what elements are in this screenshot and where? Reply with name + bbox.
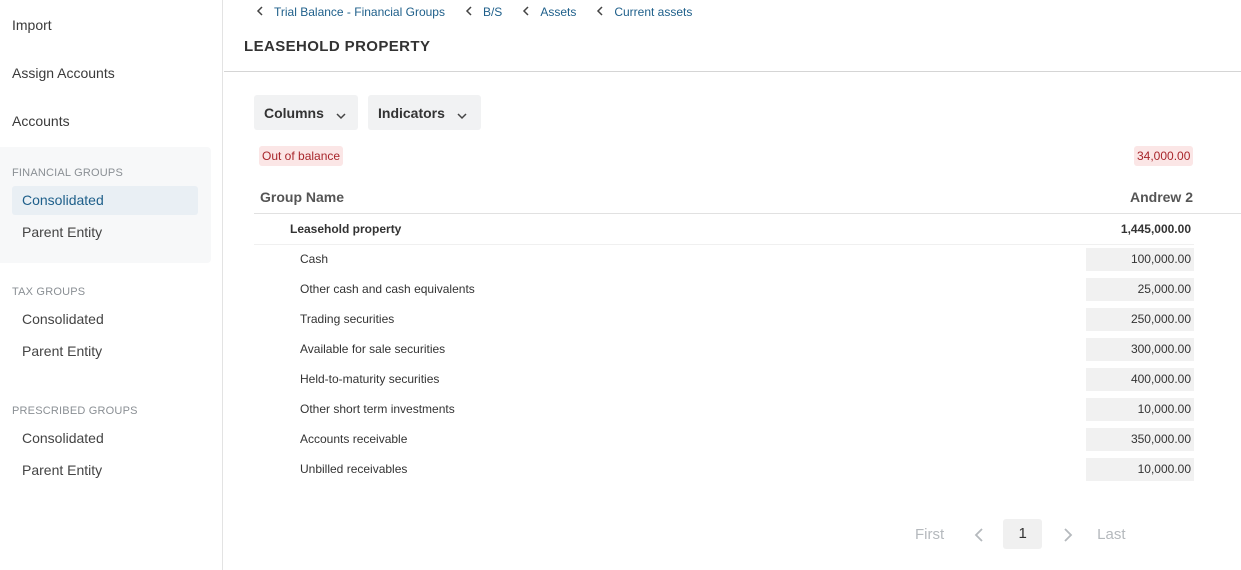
- columns-dropdown-label: Columns: [264, 104, 324, 121]
- row-label: Trading securities: [300, 312, 395, 326]
- row-label: Available for sale securities: [300, 342, 446, 356]
- sidebar-item-prescribed-consolidated[interactable]: Consolidated: [12, 424, 198, 453]
- row-value-cell[interactable]: 10,000.00: [1086, 398, 1194, 421]
- table-row[interactable]: Accounts receivable 350,000.00: [254, 425, 1194, 455]
- main-content: Trial Balance - Financial Groups B/S Ass…: [224, 0, 1241, 570]
- chevron-down-icon: [457, 108, 467, 119]
- row-value-cell[interactable]: 250,000.00: [1086, 308, 1194, 331]
- out-of-balance-badge: Out of balance: [259, 146, 344, 166]
- table-row[interactable]: Available for sale securities 300,000.00: [254, 335, 1194, 365]
- row-value-cell[interactable]: 25,000.00: [1086, 278, 1194, 301]
- column-header-andrew-2[interactable]: Andrew 2: [1130, 189, 1193, 205]
- row-value-cell[interactable]: 100,000.00: [1086, 248, 1194, 271]
- breadcrumb-item-assets[interactable]: Assets: [522, 5, 576, 19]
- difference-badge: 34,000.00: [1134, 146, 1194, 166]
- table-row[interactable]: Held-to-maturity securities 400,000.00: [254, 365, 1194, 395]
- table-row[interactable]: Trading securities 250,000.00: [254, 305, 1194, 335]
- row-label: Cash: [300, 252, 329, 266]
- pagination: First 1 Last: [915, 519, 1126, 549]
- divider: [224, 71, 1241, 72]
- sidebar-link-accounts[interactable]: Accounts: [12, 113, 70, 129]
- row-value-cell[interactable]: 350,000.00: [1086, 428, 1194, 451]
- row-value-cell[interactable]: 10,000.00: [1086, 458, 1194, 481]
- prescribed-groups-section: PRESCRIBED GROUPS Consolidated Parent En…: [0, 389, 211, 499]
- table-row[interactable]: Unbilled receivables 10,000.00: [254, 455, 1194, 485]
- row-label: Leasehold property: [290, 222, 402, 236]
- chevron-down-icon: [336, 108, 346, 119]
- table-row[interactable]: Other short term investments 10,000.00: [254, 395, 1194, 425]
- financial-groups-heading: FINANCIAL GROUPS: [12, 167, 123, 179]
- sidebar-link-assign-accounts[interactable]: Assign Accounts: [12, 65, 115, 81]
- sidebar: Import Assign Accounts Accounts FINANCIA…: [0, 0, 223, 570]
- breadcrumb-label: Trial Balance - Financial Groups: [274, 5, 445, 19]
- chevron-left-icon: [522, 5, 530, 19]
- sidebar-item-tax-parent-entity[interactable]: Parent Entity: [12, 337, 198, 366]
- row-value-cell[interactable]: 300,000.00: [1086, 338, 1194, 361]
- sidebar-item-financial-parent-entity[interactable]: Parent Entity: [12, 218, 198, 247]
- chevron-left-icon: [596, 5, 604, 19]
- sidebar-item-prescribed-parent-entity[interactable]: Parent Entity: [12, 456, 198, 485]
- indicators-dropdown-label: Indicators: [378, 104, 445, 121]
- row-value: 1,445,000.00: [1120, 222, 1191, 236]
- sidebar-item-tax-consolidated[interactable]: Consolidated: [12, 305, 198, 334]
- tax-groups-section: TAX GROUPS Consolidated Parent Entity: [0, 270, 211, 380]
- row-value-cell[interactable]: 400,000.00: [1086, 368, 1194, 391]
- indicators-dropdown-button[interactable]: Indicators: [368, 95, 481, 130]
- row-label: Held-to-maturity securities: [300, 372, 440, 386]
- row-label: Other cash and cash equivalents: [300, 282, 475, 296]
- row-label: Unbilled receivables: [300, 462, 408, 476]
- financial-groups-section: FINANCIAL GROUPS Consolidated Parent Ent…: [0, 147, 211, 263]
- chevron-right-icon[interactable]: [1061, 527, 1075, 542]
- breadcrumb-item-current-assets[interactable]: Current assets: [596, 5, 692, 19]
- prescribed-groups-heading: PRESCRIBED GROUPS: [12, 405, 138, 417]
- table-row[interactable]: Other cash and cash equivalents 25,000.0…: [254, 275, 1194, 305]
- breadcrumb-label: Current assets: [614, 5, 693, 19]
- table-row[interactable]: Cash 100,000.00: [254, 245, 1194, 275]
- breadcrumb: Trial Balance - Financial Groups B/S Ass…: [256, 4, 712, 20]
- breadcrumb-label: Assets: [540, 5, 577, 19]
- tax-groups-heading: TAX GROUPS: [12, 286, 86, 298]
- column-header-group-name[interactable]: Group Name: [260, 189, 344, 205]
- row-label: Accounts receivable: [300, 432, 408, 446]
- table-row-parent[interactable]: Leasehold property 1,445,000.00: [254, 215, 1194, 245]
- columns-dropdown-button[interactable]: Columns: [254, 95, 358, 130]
- pagination-current-page[interactable]: 1: [1003, 519, 1043, 549]
- pagination-last[interactable]: Last: [1097, 526, 1125, 543]
- breadcrumb-label: B/S: [482, 5, 503, 19]
- chevron-left-icon[interactable]: [972, 527, 986, 542]
- chevron-left-icon: [465, 5, 473, 19]
- sidebar-item-financial-consolidated[interactable]: Consolidated: [12, 186, 198, 215]
- row-label: Other short term investments: [300, 402, 455, 416]
- chevron-left-icon: [256, 5, 264, 19]
- breadcrumb-item-trial-balance[interactable]: Trial Balance - Financial Groups: [256, 5, 445, 19]
- table-header: Group Name Andrew 2: [254, 183, 1241, 214]
- page-title: LEASEHOLD PROPERTY: [244, 38, 431, 55]
- pagination-first[interactable]: First: [915, 526, 944, 543]
- sidebar-link-import[interactable]: Import: [12, 17, 52, 33]
- breadcrumb-item-bs[interactable]: B/S: [465, 5, 502, 19]
